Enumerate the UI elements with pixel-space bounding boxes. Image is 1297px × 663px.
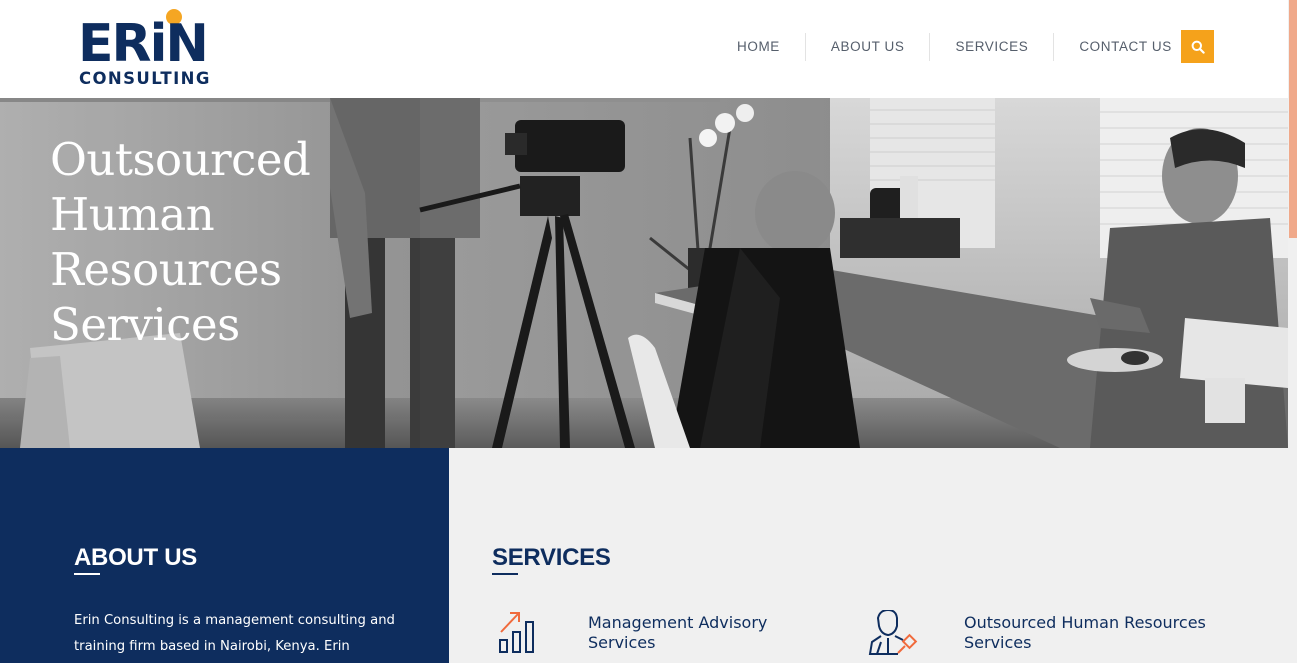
nav-contact-us[interactable]: CONTACT US <box>1053 33 1197 61</box>
search-icon <box>1191 40 1205 54</box>
page-scrollbar-thumb[interactable] <box>1289 0 1297 238</box>
bar-chart-growth-icon <box>499 612 534 653</box>
about-text: Erin Consulting is a management consulti… <box>74 613 395 654</box>
logo-wordmark: ERiN <box>78 14 209 74</box>
main-nav: HOME ABOUT US SERVICES CONTACT US <box>712 33 1197 61</box>
services-heading-underline <box>492 573 518 575</box>
service-item-outsourced-hr[interactable]: Outsourced Human Resources Services <box>867 610 1247 660</box>
service-item-management-advisory[interactable]: Management Advisory Services <box>498 610 838 660</box>
erin-consulting-logo[interactable]: ERiN CONSULTING <box>78 8 228 90</box>
nav-about-us[interactable]: ABOUT US <box>804 33 930 61</box>
services-section: SERVICES Management Advisory Services Ou… <box>449 448 1288 663</box>
service-label: Outsourced Human Resources Services <box>964 613 1206 652</box>
about-section: ABOUT US Erin Consulting is a management… <box>0 448 449 663</box>
hero-banner: Outsourced Human Resources Services <box>0 98 1288 448</box>
logo-subtitle: CONSULTING <box>79 69 211 88</box>
search-button[interactable] <box>1181 30 1214 63</box>
services-heading: SERVICES <box>492 544 611 571</box>
about-heading-underline <box>74 573 100 575</box>
site-header: ERiN CONSULTING HOME ABOUT US SERVICES C… <box>0 0 1288 98</box>
hero-title: Outsourced Human Resources Services <box>50 133 311 351</box>
service-label: Management Advisory Services <box>588 613 768 652</box>
nav-services[interactable]: SERVICES <box>929 33 1053 61</box>
nav-home[interactable]: HOME <box>712 33 805 61</box>
person-pin-icon <box>868 610 918 655</box>
about-heading: ABOUT US <box>74 544 197 571</box>
